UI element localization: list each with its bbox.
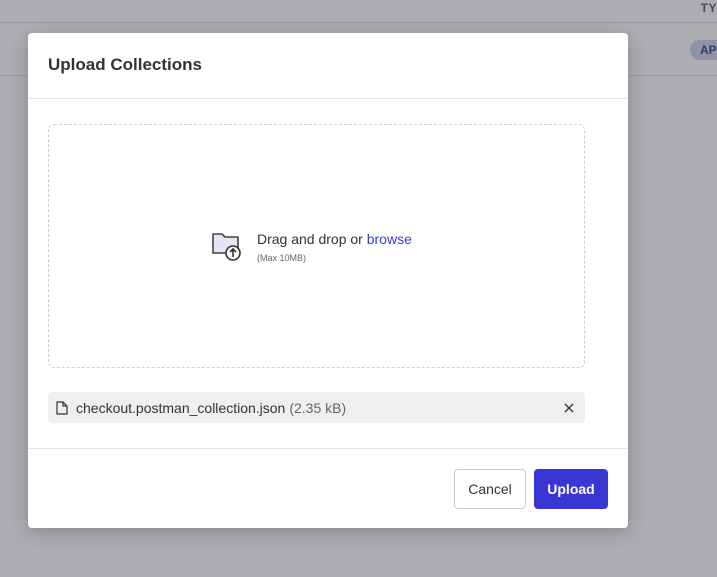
modal-footer: Cancel Upload: [28, 448, 628, 529]
folder-upload-icon: [211, 230, 243, 267]
cancel-button[interactable]: Cancel: [454, 469, 526, 509]
uploaded-file-item: checkout.postman_collection.json (2.35 k…: [48, 392, 585, 423]
file-size: (2.35 kB): [289, 399, 347, 416]
modal-title: Upload Collections: [48, 55, 202, 74]
file-icon: [56, 400, 68, 415]
upload-button[interactable]: Upload: [534, 469, 608, 509]
modal-header: Upload Collections: [28, 33, 628, 99]
file-name: checkout.postman_collection.json: [76, 399, 286, 416]
browse-link[interactable]: browse: [367, 231, 412, 247]
dropzone-text: Drag and drop or: [257, 231, 367, 247]
max-size-hint: (Max 10MB): [257, 253, 307, 263]
remove-file-close-icon[interactable]: [563, 402, 575, 414]
file-dropzone[interactable]: Drag and drop or browse (Max 10MB): [48, 124, 585, 368]
upload-collections-modal: Upload Collections Drag and drop or brow…: [28, 33, 628, 528]
